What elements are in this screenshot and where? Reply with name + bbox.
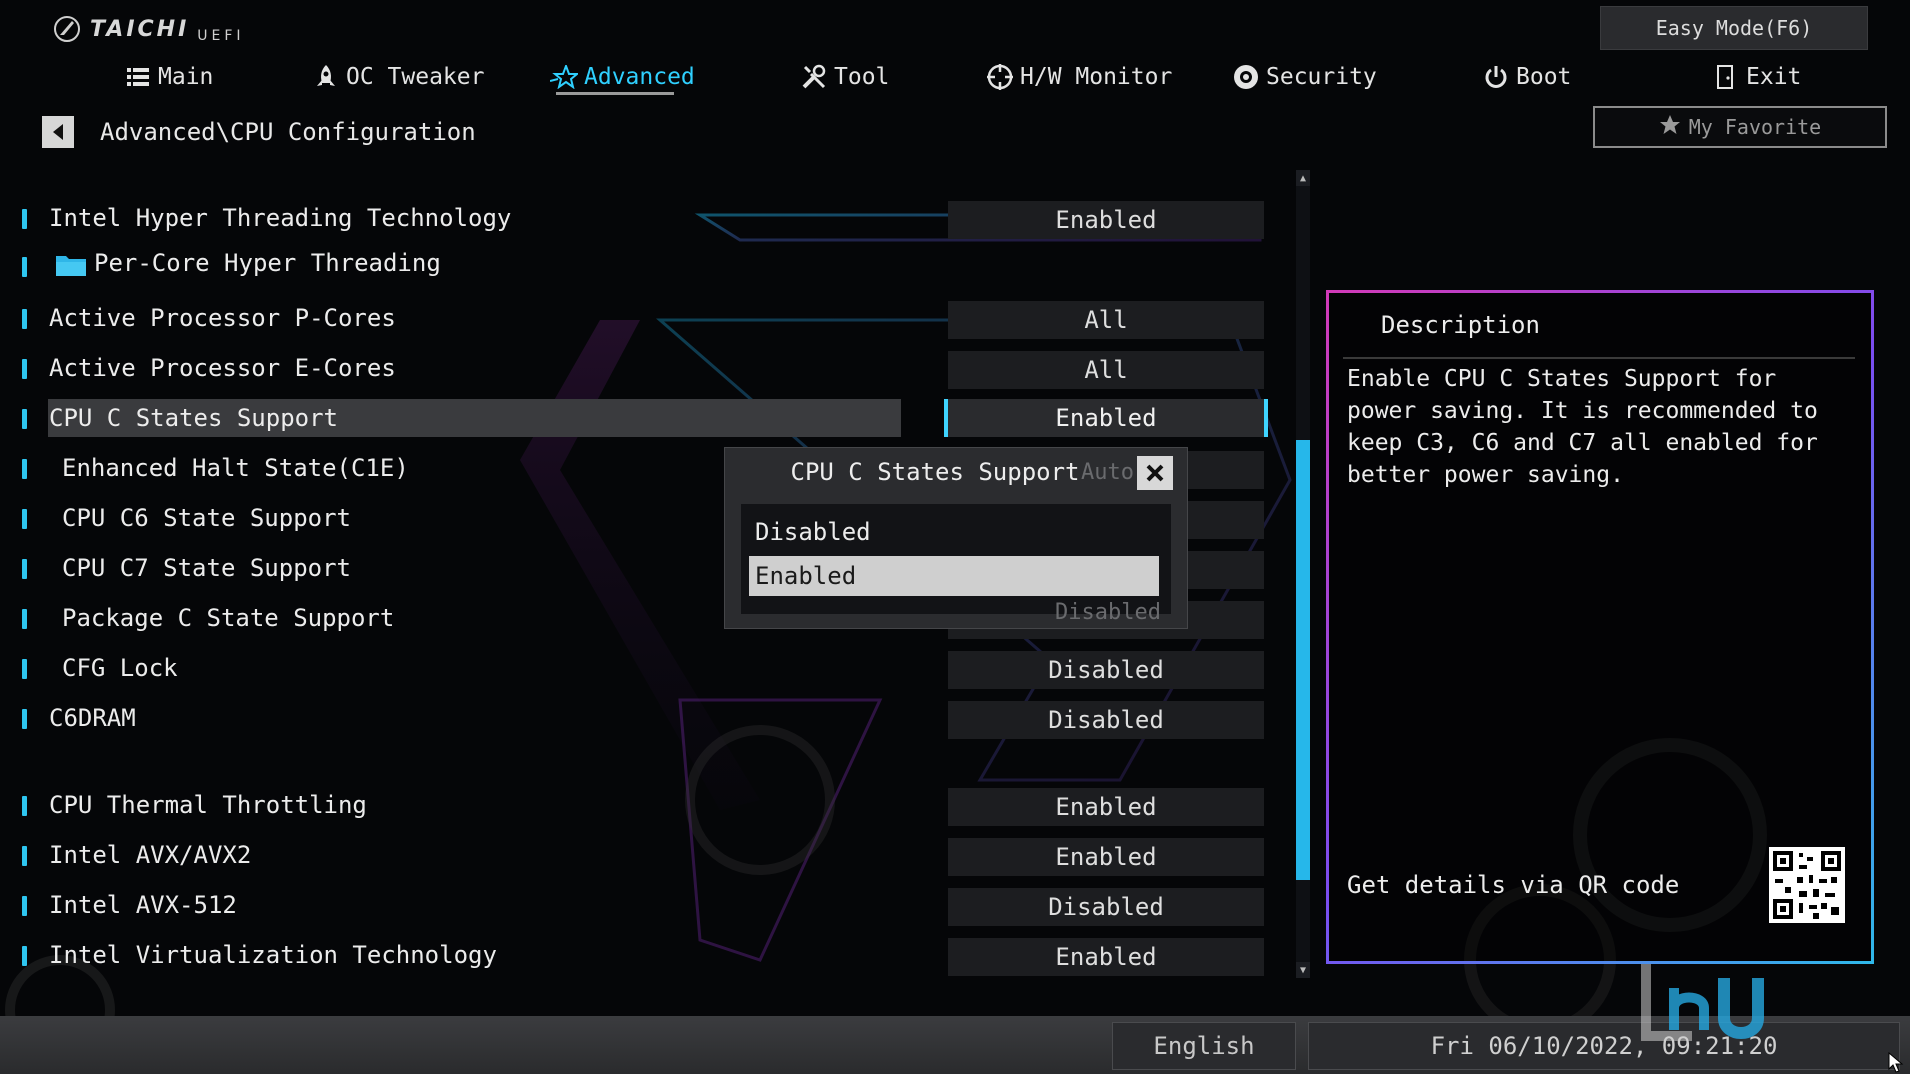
tab-boot[interactable]: Boot — [1482, 60, 1571, 94]
row-marker — [22, 559, 27, 579]
value-c6dram[interactable]: Disabled — [948, 701, 1264, 739]
setting-cpu-c-states[interactable]: CPU C States Support — [49, 404, 338, 432]
close-icon — [1146, 464, 1164, 482]
description-body: Enable CPU C States Support for power sa… — [1347, 366, 1818, 488]
value-active-p-cores[interactable]: All — [948, 301, 1264, 339]
row-marker — [22, 209, 27, 229]
tab-hw-monitor-label: H/W Monitor — [1020, 64, 1173, 90]
row-marker — [22, 896, 27, 916]
value-avx2[interactable]: Enabled — [948, 838, 1264, 876]
tab-oc-tweaker-label: OC Tweaker — [346, 64, 485, 90]
row-marker — [22, 796, 27, 816]
rocket-icon — [312, 63, 340, 91]
setting-thermal-throttling[interactable]: CPU Thermal Throttling — [49, 791, 367, 819]
my-favorite-button[interactable]: My Favorite — [1593, 106, 1887, 148]
exit-door-icon — [1712, 63, 1740, 91]
tab-exit-label: Exit — [1746, 64, 1802, 90]
popup-ghost-value: Auto — [1081, 460, 1134, 485]
tab-security-label: Security — [1266, 64, 1377, 90]
star-icon — [1659, 114, 1681, 141]
setting-c7-state[interactable]: CPU C7 State Support — [62, 554, 351, 582]
row-marker — [22, 846, 27, 866]
easy-mode-button[interactable]: Easy Mode(F6) — [1600, 6, 1868, 50]
tab-main-label: Main — [158, 64, 214, 90]
crosshair-icon — [986, 63, 1014, 91]
value-avx512[interactable]: Disabled — [948, 888, 1264, 926]
tab-boot-label: Boot — [1516, 64, 1572, 90]
option-disabled[interactable]: Disabled — [749, 512, 1159, 552]
watermark-logo — [1641, 964, 1764, 1041]
row-marker — [22, 359, 27, 379]
setting-virtualization[interactable]: Intel Virtualization Technology — [49, 941, 497, 969]
tab-advanced-label: Advanced — [584, 64, 695, 90]
brand-name: TAICHI — [90, 16, 190, 42]
setting-active-e-cores[interactable]: Active Processor E-Cores — [49, 354, 396, 382]
power-icon — [1482, 63, 1510, 91]
row-marker — [22, 509, 27, 529]
options-popup: CPU C States Support Auto Disabled Enabl… — [724, 447, 1188, 629]
language-button[interactable]: English — [1112, 1022, 1296, 1070]
row-marker — [22, 946, 27, 966]
value-virtualization[interactable]: Enabled — [948, 938, 1264, 976]
tab-main[interactable]: Main — [124, 60, 213, 94]
row-marker — [22, 257, 27, 277]
tab-security[interactable]: Security — [1232, 60, 1377, 94]
mouse-cursor-icon — [1888, 1052, 1904, 1073]
breadcrumb: Advanced\CPU Configuration — [100, 118, 476, 146]
folder-icon — [54, 252, 88, 282]
brand-logo: TAICHI UEFI — [52, 14, 245, 44]
list-icon — [124, 63, 152, 91]
description-divider — [1343, 357, 1855, 359]
popup-close-button[interactable] — [1137, 456, 1173, 490]
popup-ghost-value: Disabled — [1055, 600, 1161, 625]
value-cpu-c-states[interactable]: Enabled — [944, 399, 1268, 437]
scroll-up-arrow-icon[interactable]: ▲ — [1296, 170, 1310, 186]
row-marker — [22, 609, 27, 629]
setting-per-core-hyper-threading[interactable]: Per-Core Hyper Threading — [94, 249, 441, 277]
row-marker — [22, 709, 27, 729]
value-hyper-threading[interactable]: Enabled — [948, 201, 1264, 239]
row-marker — [22, 659, 27, 679]
value-active-e-cores[interactable]: All — [948, 351, 1264, 389]
row-marker — [22, 309, 27, 329]
popup-option-list: Disabled Enabled — [741, 504, 1171, 614]
star-icon — [550, 63, 578, 91]
setting-c1e[interactable]: Enhanced Halt State(C1E) — [62, 454, 409, 482]
setting-c6-state[interactable]: CPU C6 State Support — [62, 504, 351, 532]
tab-hw-monitor[interactable]: H/W Monitor — [986, 60, 1172, 94]
value-cfg-lock[interactable]: Disabled — [948, 651, 1264, 689]
setting-avx512[interactable]: Intel AVX-512 — [49, 891, 237, 919]
qr-label: Get details via QR code — [1347, 871, 1680, 899]
setting-avx2[interactable]: Intel AVX/AVX2 — [49, 841, 251, 869]
tab-tool[interactable]: Tool — [800, 60, 889, 94]
setting-package-c-state[interactable]: Package C State Support — [62, 604, 394, 632]
qr-code-icon — [1769, 847, 1845, 923]
setting-c6dram[interactable]: C6DRAM — [49, 704, 136, 732]
value-thermal-throttling[interactable]: Enabled — [948, 788, 1264, 826]
brand-sub: UEFI — [197, 28, 245, 44]
tab-tool-label: Tool — [834, 64, 890, 90]
row-marker — [22, 409, 27, 429]
back-arrow-icon — [53, 124, 63, 140]
shield-icon — [1232, 63, 1260, 91]
scrollbar-thumb[interactable] — [1296, 440, 1310, 880]
description-panel: Description Enable CPU C States Support … — [1326, 290, 1874, 964]
active-tab-underline — [556, 92, 674, 95]
tab-exit[interactable]: Exit — [1712, 60, 1801, 94]
setting-active-p-cores[interactable]: Active Processor P-Cores — [49, 304, 396, 332]
scroll-down-arrow-icon[interactable]: ▼ — [1296, 962, 1310, 978]
tools-icon — [800, 63, 828, 91]
setting-cfg-lock[interactable]: CFG Lock — [62, 654, 178, 682]
setting-hyper-threading[interactable]: Intel Hyper Threading Technology — [49, 204, 511, 232]
tab-oc-tweaker[interactable]: OC Tweaker — [312, 60, 484, 94]
option-enabled[interactable]: Enabled — [749, 556, 1159, 596]
my-favorite-label: My Favorite — [1688, 115, 1822, 139]
back-button[interactable] — [42, 116, 74, 148]
description-title: Description — [1381, 311, 1540, 339]
tab-advanced[interactable]: Advanced — [550, 60, 695, 94]
taichi-logo-icon — [54, 16, 80, 42]
row-marker — [22, 459, 27, 479]
